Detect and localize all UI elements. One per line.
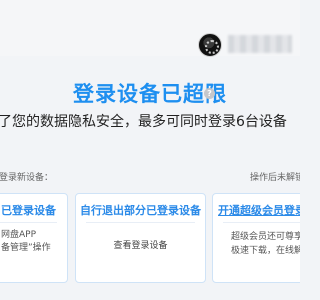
card-text: 网盘APP — [1, 230, 37, 240]
card-divider — [223, 222, 300, 223]
help-icon[interactable]: ? — [204, 88, 215, 99]
card-text: 极速下载，在线解 — [231, 246, 300, 256]
option-card-manage-devices[interactable]: 已登录设备 网盘APP 备管理”操作 — [0, 193, 68, 283]
view-logged-devices-link[interactable]: 查看登录设备 — [76, 238, 205, 251]
card-text: 备管理”操作 — [1, 243, 51, 253]
page: 登录设备已超限 ? 为了您的数据隐私安全，最多可同时登录6台设备 选登录新设备：… — [0, 0, 300, 300]
option-card-super-vip[interactable]: 开通超级会员登录 超级会员还可尊享 极速下载，在线解 — [212, 193, 300, 283]
card-title[interactable]: 开通超级会员登录 — [218, 202, 300, 218]
card-divider — [86, 222, 195, 223]
avatar-pattern — [205, 40, 219, 54]
dialog-title-wrap: 登录设备已超限 — [0, 78, 300, 108]
card-title: 已登录设备 — [1, 204, 56, 217]
option-card-logout-devices[interactable]: 自行退出部分已登录设备 查看登录设备 — [75, 193, 206, 283]
dialog-subtitle: 为了您的数据隐私安全，最多可同时登录6台设备 — [0, 114, 287, 130]
avatar-icon[interactable] — [198, 33, 222, 57]
left-hint: 选登录新设备： — [0, 173, 54, 183]
right-hint: 操作后未解锁 — [250, 173, 300, 183]
top-bar — [0, 0, 300, 57]
card-text: 超级会员还可尊享 — [231, 232, 300, 242]
card-title: 自行退出部分已登录设备 — [80, 204, 201, 217]
card-divider — [0, 222, 57, 223]
username-blurred[interactable] — [228, 35, 292, 53]
